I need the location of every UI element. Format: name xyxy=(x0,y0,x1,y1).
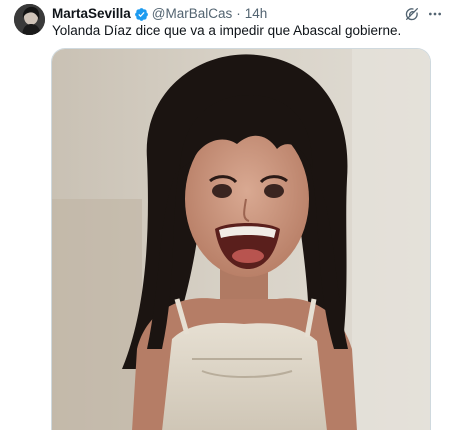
tweet-text: Yolanda Díaz dice que va a impedir que A… xyxy=(52,23,402,38)
tweet-photo[interactable] xyxy=(51,48,431,430)
grok-icon[interactable] xyxy=(404,6,420,22)
verified-badge-icon xyxy=(134,7,149,22)
author-display-name[interactable]: MartaSevilla xyxy=(52,5,131,23)
tweet-header: MartaSevilla @MarBalCas · 14h xyxy=(52,5,267,23)
tweet: MartaSevilla @MarBalCas · 14h Yolanda Dí… xyxy=(0,0,454,430)
author-handle[interactable]: @MarBalCas xyxy=(152,5,232,23)
header-separator: · xyxy=(236,6,241,21)
tweet-timestamp[interactable]: 14h xyxy=(245,5,268,23)
more-options-icon[interactable] xyxy=(427,6,443,22)
avatar[interactable] xyxy=(14,4,45,35)
